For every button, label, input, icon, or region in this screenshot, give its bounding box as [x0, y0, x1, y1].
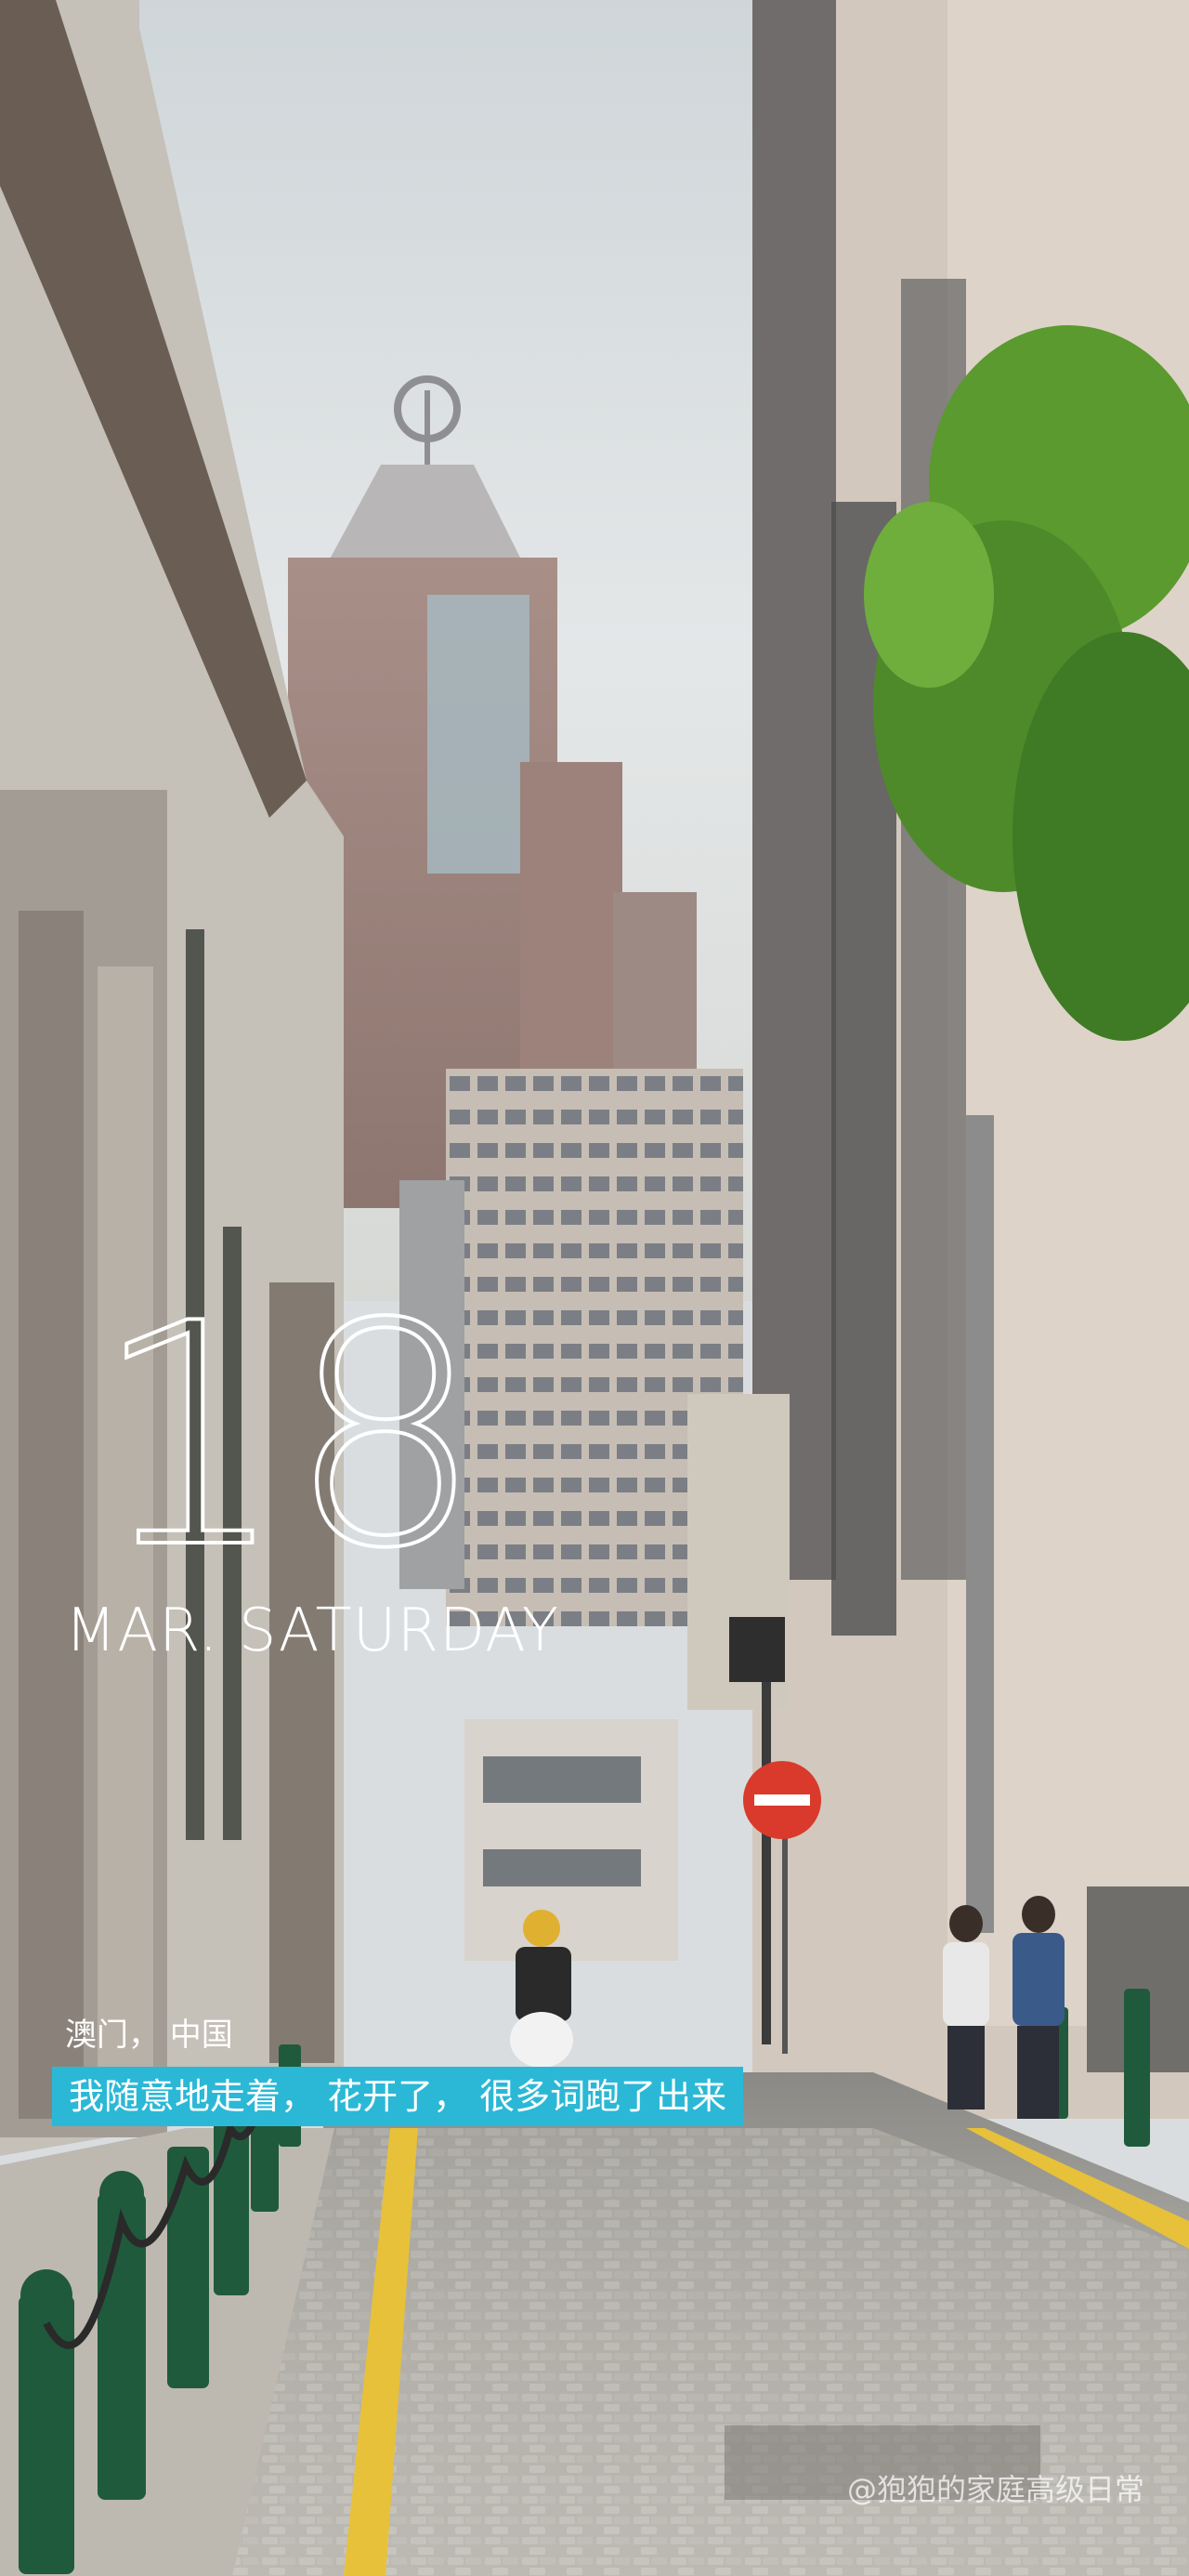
date-day-text: 18: [93, 1264, 464, 1571]
quote-banner: 我随意地走着， 花开了， 很多词跑了出来: [52, 2067, 744, 2126]
date-month-weekday: MAR. SATURDAY: [65, 1597, 559, 1665]
date-day-number: 18: [91, 1256, 485, 1617]
location-label: 澳门， 中国: [65, 2017, 233, 2054]
watermark: @狍狍的家庭高级日常: [846, 2472, 1144, 2507]
